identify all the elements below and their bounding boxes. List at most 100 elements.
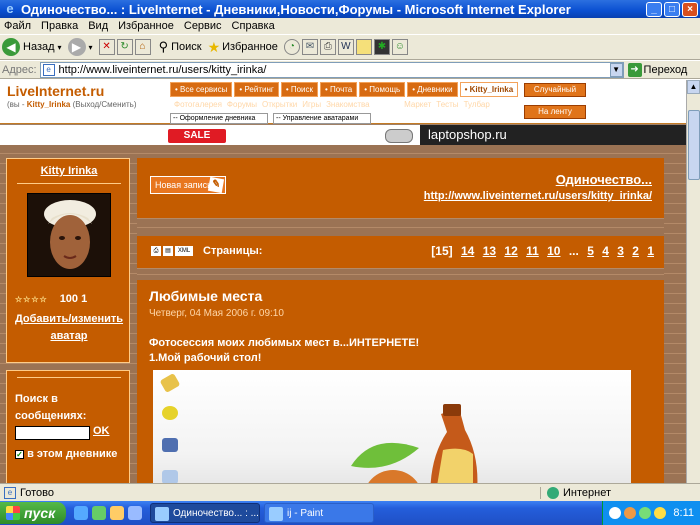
subnav-games[interactable]: Игры bbox=[302, 100, 321, 109]
stats-text: 100 1 bbox=[59, 293, 88, 305]
start-button[interactable]: пуск bbox=[0, 502, 66, 524]
print-icon[interactable]: ⎙ bbox=[151, 246, 161, 256]
messenger-icon[interactable]: ✱ bbox=[373, 39, 390, 55]
network-icon[interactable] bbox=[609, 507, 622, 519]
subnav-tests[interactable]: Тесты bbox=[436, 100, 458, 109]
address-input[interactable]: e http://www.liveinternet.ru/users/kitty… bbox=[39, 61, 624, 78]
mail-icon[interactable] bbox=[92, 506, 106, 520]
ie-icon[interactable] bbox=[74, 506, 88, 520]
history-icon[interactable]: ◔ bbox=[283, 39, 300, 55]
go-button[interactable]: ➜ Переход bbox=[627, 62, 687, 77]
subnav-radio[interactable]: Радио bbox=[375, 100, 400, 109]
page-link[interactable]: 14 bbox=[461, 244, 474, 258]
save-icon[interactable]: ▤ bbox=[163, 246, 173, 256]
address-dropdown-icon[interactable]: ▼ bbox=[609, 62, 623, 77]
refresh-icon[interactable]: ↻ bbox=[116, 39, 133, 55]
desktop-icon bbox=[159, 406, 181, 422]
page-link[interactable]: 3 bbox=[617, 244, 624, 258]
favorites-button[interactable]: ★ Избранное bbox=[208, 36, 278, 58]
menu-file[interactable]: Файл bbox=[4, 20, 31, 32]
in-diary-checkbox[interactable]: ✓ в этом дневнике bbox=[15, 446, 117, 462]
folder-icon[interactable] bbox=[110, 506, 124, 520]
desktop-icon[interactable] bbox=[128, 506, 142, 520]
volume-icon[interactable] bbox=[654, 507, 667, 519]
ad-banner[interactable]: SALE laptopshop.ru bbox=[0, 125, 686, 145]
forward-button[interactable]: ▶ ▾ bbox=[67, 36, 93, 58]
menu-view[interactable]: Вид bbox=[88, 20, 108, 32]
tab-mail[interactable]: • Почта bbox=[320, 82, 358, 97]
taskbar-item-browser[interactable]: Одиночество... : ... bbox=[150, 503, 260, 523]
page-link[interactable]: 11 bbox=[526, 244, 539, 258]
checkbox-icon[interactable]: ✓ bbox=[15, 449, 24, 459]
subnav-cards[interactable]: Открытки bbox=[262, 100, 297, 109]
mail-icon[interactable]: ✉ bbox=[301, 39, 318, 55]
favorites-label: Избранное bbox=[222, 41, 278, 53]
avatar-select[interactable]: -- Управление аватарами bbox=[273, 113, 371, 124]
li-logout-link[interactable]: (Выход/Сменить) bbox=[70, 100, 137, 109]
menu-edit[interactable]: Правка bbox=[41, 20, 78, 32]
maximize-button[interactable]: □ bbox=[664, 1, 680, 17]
post-title[interactable]: Любимые места bbox=[149, 288, 262, 304]
profile-sidebar: Kitty Irinka ☆☆☆☆ 100 1 Добавить/изменит… bbox=[6, 158, 130, 363]
brick-divider bbox=[137, 218, 664, 236]
search-button[interactable]: ⚲ Поиск bbox=[159, 36, 202, 58]
home-icon[interactable]: ⌂ bbox=[134, 39, 151, 55]
menu-favorites[interactable]: Избранное bbox=[118, 20, 174, 32]
page-link[interactable]: 2 bbox=[632, 244, 639, 258]
new-post-button[interactable]: Новая запись ✎ bbox=[150, 176, 226, 194]
feed-button[interactable]: На ленту bbox=[524, 105, 586, 119]
page-link[interactable]: 1 bbox=[647, 244, 654, 258]
scroll-up-icon[interactable]: ▲ bbox=[687, 80, 700, 94]
tab-help[interactable]: • Помощь bbox=[359, 82, 406, 97]
profile-username[interactable]: Kitty Irinka bbox=[7, 165, 131, 177]
li-logo[interactable]: LiveInternet.ru bbox=[7, 83, 104, 99]
page-link[interactable]: 4 bbox=[602, 244, 609, 258]
blog-url[interactable]: http://www.liveinternet.ru/users/kitty_i… bbox=[424, 190, 652, 202]
design-select[interactable]: -- Оформление дневника bbox=[170, 113, 268, 124]
back-button[interactable]: ◀ Назад ▾ bbox=[2, 36, 62, 58]
tab-all-services[interactable]: • Все сервисы bbox=[170, 82, 233, 97]
search-ok-button[interactable]: OK bbox=[93, 425, 110, 437]
scroll-thumb[interactable] bbox=[688, 110, 700, 180]
search-input[interactable] bbox=[15, 426, 90, 440]
tab-search[interactable]: • Поиск bbox=[280, 82, 319, 97]
rating-stars-icon: ☆☆☆☆ bbox=[15, 294, 48, 304]
page-link[interactable]: 12 bbox=[504, 244, 517, 258]
people-icon[interactable]: ☺ bbox=[391, 39, 408, 55]
page-link[interactable]: 13 bbox=[483, 244, 496, 258]
pagination: ⎙ ▤ XML Страницы: [15] 14 13 12 11 10 ..… bbox=[137, 242, 664, 264]
tab-rating[interactable]: • Рейтинг bbox=[234, 82, 279, 97]
quick-launch bbox=[74, 506, 146, 520]
tab-diaries[interactable]: • Дневники bbox=[407, 82, 458, 97]
address-label: Адрес: bbox=[2, 63, 37, 76]
subnav-forums[interactable]: Форумы bbox=[227, 100, 257, 109]
stop-icon[interactable]: ✕ bbox=[98, 39, 115, 55]
page-ellipsis: ... bbox=[568, 244, 579, 258]
tab-user[interactable]: • Kitty_Irinka bbox=[459, 82, 519, 97]
edit-icon[interactable]: W bbox=[337, 39, 354, 55]
subnav-photo[interactable]: Фотогалерея bbox=[174, 100, 222, 109]
subnav-dating[interactable]: Знакомства bbox=[326, 100, 370, 109]
search-label: Поиск bbox=[171, 41, 202, 53]
messenger-icon[interactable] bbox=[639, 507, 652, 519]
discuss-icon[interactable] bbox=[355, 39, 372, 55]
page-link[interactable]: 5 bbox=[587, 244, 594, 258]
change-avatar-link[interactable]: Добавить/изменить аватар bbox=[7, 311, 131, 345]
page-link[interactable]: 10 bbox=[547, 244, 560, 258]
li-user-link[interactable]: Kitty_Irinka bbox=[27, 100, 71, 109]
address-bar: Адрес: e http://www.liveinternet.ru/user… bbox=[0, 61, 700, 79]
subnav-market[interactable]: Маркет bbox=[404, 100, 431, 109]
vertical-scrollbar[interactable]: ▲ bbox=[686, 80, 700, 483]
divider bbox=[17, 377, 121, 378]
antivirus-icon[interactable] bbox=[624, 507, 637, 519]
close-button[interactable]: × bbox=[682, 1, 698, 17]
menu-tools[interactable]: Сервис bbox=[184, 20, 222, 32]
subnav-toolbar[interactable]: Тулбар bbox=[464, 100, 490, 109]
xml-icon[interactable]: XML bbox=[175, 246, 193, 256]
menu-help[interactable]: Справка bbox=[232, 20, 275, 32]
taskbar-item-paint[interactable]: ij - Paint bbox=[264, 503, 374, 523]
blog-title[interactable]: Одиночество... bbox=[556, 172, 652, 187]
minimize-button[interactable]: _ bbox=[646, 1, 662, 17]
print-icon[interactable]: ⎙ bbox=[319, 39, 336, 55]
random-button[interactable]: Случайный bbox=[524, 83, 586, 97]
